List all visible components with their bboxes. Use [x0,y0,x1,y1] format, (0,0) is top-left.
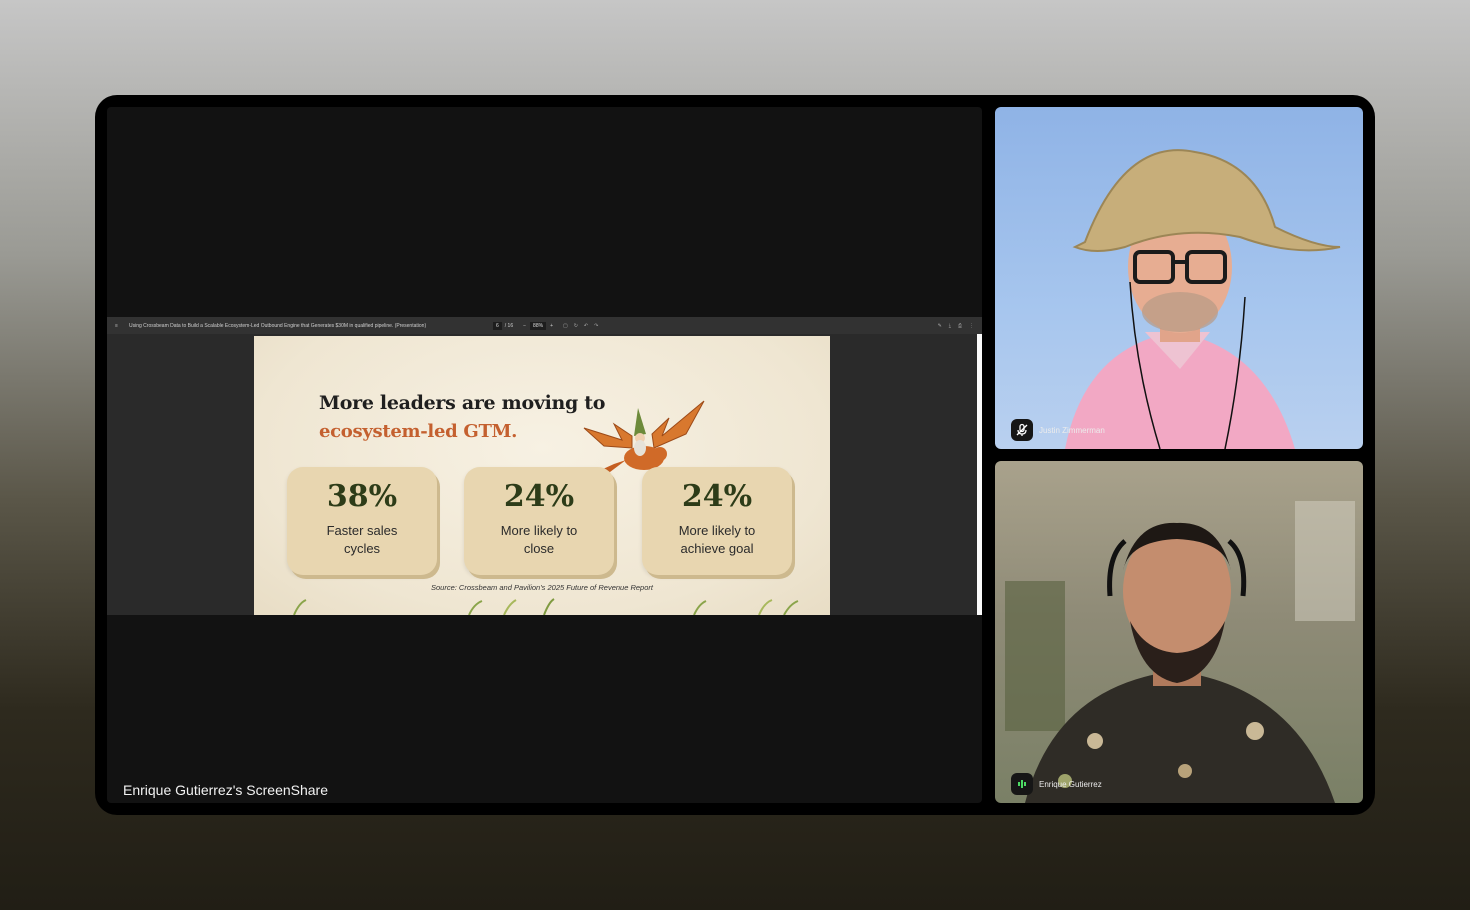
slide-source: Source: Crossbeam and Pavilion's 2025 Fu… [431,583,653,592]
participant-tile[interactable]: Enrique Gutierrez [995,461,1363,803]
participant-video [1065,149,1341,449]
document-canvas: More leaders are moving to ecosystem-led… [107,334,982,615]
participant-video [1005,501,1355,803]
stat-label: More likely to achieve goal [678,523,756,556]
viewer-scrollbar[interactable] [977,334,982,615]
stat-card: 38% Faster sales cycles [287,467,437,575]
screenshare-panel: ≡ Using Crossbeam Data to Build a Scalab… [107,107,982,803]
document-title: Using Crossbeam Data to Build a Scalable… [129,322,427,329]
redo-icon[interactable]: ↷ [594,323,598,329]
annotate-icon[interactable]: ✎ [938,323,942,329]
page-total: / 16 [504,322,514,329]
pdf-viewer: ≡ Using Crossbeam Data to Build a Scalab… [107,317,982,615]
participant-name: Justin Zimmerman [1039,425,1105,435]
view-tools: ▢ ↻ ↶ ↷ [563,323,598,329]
viewer-actions: ✎ ⤓ ⎙ ⋮ [938,323,974,329]
plant-decoration [293,598,799,615]
participant-name-tag: Enrique Gutierrez [1011,773,1102,795]
zoom-controls: − 88% + [523,321,553,330]
stat-value: 24% [681,479,753,514]
page-number-input[interactable]: 6 [493,321,502,330]
rotate-icon[interactable]: ↻ [574,323,578,329]
participant-name: Enrique Gutierrez [1039,779,1102,789]
stat-card: 24% More likely to achieve goal [642,467,792,575]
more-options-icon[interactable]: ⋮ [969,323,974,329]
viewer-toolbar: ≡ Using Crossbeam Data to Build a Scalab… [107,317,982,334]
fit-page-icon[interactable]: ▢ [563,323,568,329]
stat-label: Faster sales cycles [326,523,398,556]
stat-label: More likely to close [500,523,578,556]
menu-icon[interactable]: ≡ [115,323,125,329]
page-indicator: 6 / 16 [493,321,514,330]
meeting-window: ≡ Using Crossbeam Data to Build a Scalab… [95,95,1375,815]
screenshare-label: Enrique Gutierrez's ScreenShare [123,782,328,798]
participant-name-tag: Justin Zimmerman [1011,419,1105,441]
slide: More leaders are moving to ecosystem-led… [254,336,830,615]
zoom-level[interactable]: 88% [530,321,547,330]
slide-heading: More leaders are moving to [319,392,606,414]
print-icon[interactable]: ⎙ [958,323,962,329]
participant-tile[interactable]: Justin Zimmerman [995,107,1363,449]
download-icon[interactable]: ⤓ [949,323,951,329]
audio-active-icon [1011,773,1033,795]
zoom-out-button[interactable]: − [523,323,526,329]
slide-heading-accent: ecosystem-led GTM. [319,421,518,442]
stat-value: 24% [503,479,575,514]
stat-value: 38% [326,479,398,514]
stat-card: 24% More likely to close [464,467,614,575]
zoom-in-button[interactable]: + [550,323,553,329]
undo-icon[interactable]: ↶ [584,323,588,329]
mic-muted-icon [1011,419,1033,441]
